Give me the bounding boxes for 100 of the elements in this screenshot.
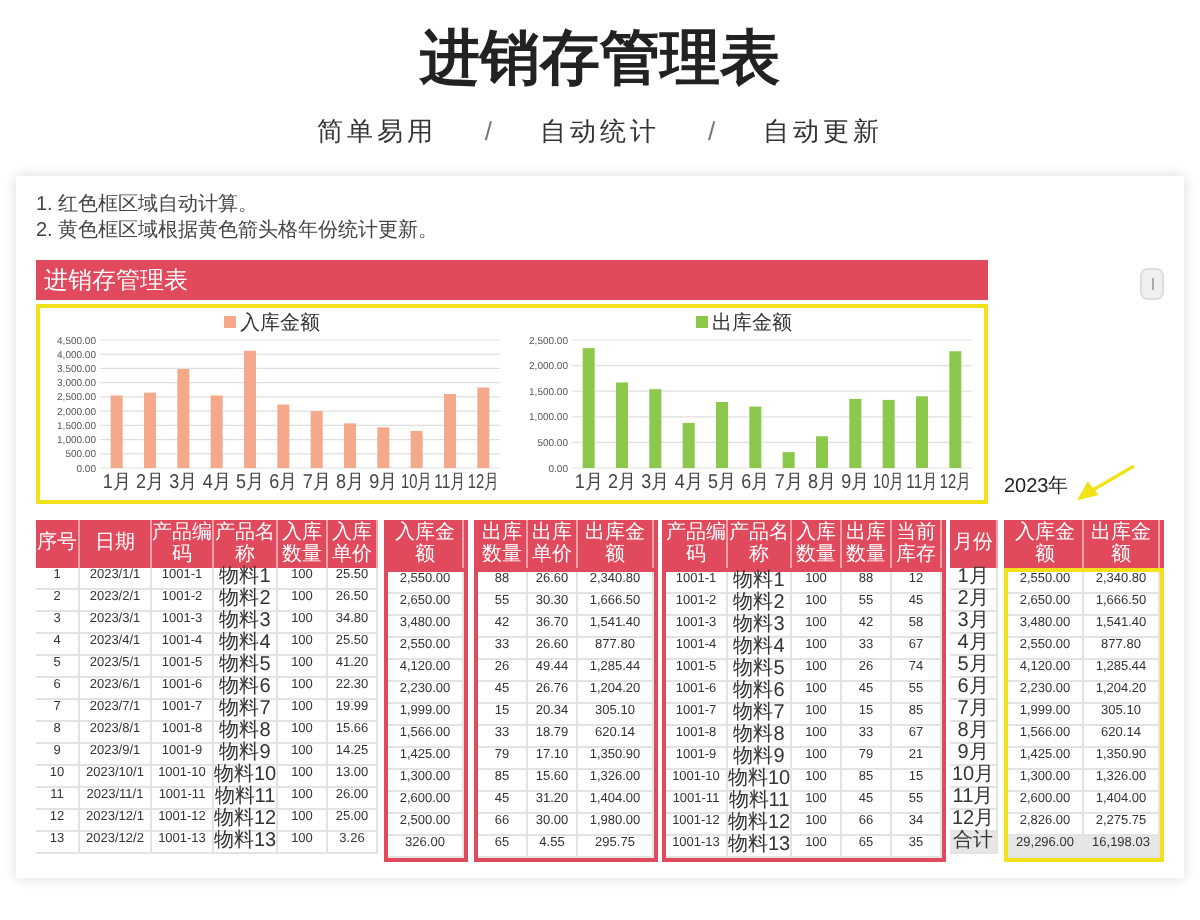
bar xyxy=(649,388,662,467)
column-header: 出库金额 xyxy=(578,519,654,567)
bar xyxy=(882,398,895,467)
column-header: 产品编码 xyxy=(152,519,214,567)
axis-label: 4月 xyxy=(202,471,234,493)
table-cell: 物料8 xyxy=(728,725,792,747)
axis-label: 7月 xyxy=(302,471,334,493)
axis-label: 9月 xyxy=(841,471,873,493)
bar xyxy=(277,403,290,467)
bar xyxy=(144,391,156,467)
side-handle[interactable] xyxy=(1140,267,1164,299)
axis-label: 8月 xyxy=(336,471,368,493)
axis-label: 2月 xyxy=(608,471,640,493)
bar xyxy=(310,410,323,467)
column-header: 月份 xyxy=(950,519,998,567)
column-header: 产品名称 xyxy=(728,519,792,567)
bar xyxy=(177,368,190,467)
axis-label: 3月 xyxy=(169,471,201,493)
table-cell: 物料4 xyxy=(728,637,792,659)
table-cell: 物料5 xyxy=(728,659,792,681)
axis-label: 9月 xyxy=(369,471,401,493)
column-header: 日期 xyxy=(80,519,152,567)
table-cell: 物料4 xyxy=(214,633,278,655)
bar xyxy=(682,421,695,467)
table-cell: 物料12 xyxy=(728,813,792,835)
bar xyxy=(377,426,390,467)
table-cell: 物料12 xyxy=(214,809,278,831)
table-cell: 7月 xyxy=(950,699,998,721)
table-cell: 3月 xyxy=(950,611,998,633)
bar xyxy=(344,422,356,467)
column-header: 出库单价 xyxy=(528,519,578,567)
table-cell: 物料13 xyxy=(728,835,792,857)
bar xyxy=(816,435,828,467)
table-cell: 物料11 xyxy=(214,787,278,809)
bar xyxy=(210,394,223,467)
column-header: 当前库存 xyxy=(892,519,942,567)
column-header: 入库数量 xyxy=(278,519,328,567)
column-header: 入库金额 xyxy=(1008,519,1084,567)
sheet-banner: 进销存管理表 xyxy=(36,259,988,299)
axis-label: 5月 xyxy=(236,471,268,493)
table-cell: 物料1 xyxy=(728,571,792,593)
table-cell: 物料9 xyxy=(214,743,278,765)
tagline: 自动统计 xyxy=(540,114,660,150)
axis-label: 5月 xyxy=(708,471,740,493)
table-cell: 物料1 xyxy=(214,567,278,589)
legend-label: 入库金额 xyxy=(240,312,320,334)
table-cell: 物料6 xyxy=(214,677,278,699)
legend-label: 出库金额 xyxy=(712,312,792,334)
pointer-arrow xyxy=(1076,463,1137,503)
note-text: 1. 红色框区域自动计算。 xyxy=(36,191,261,217)
separator: / xyxy=(708,114,716,150)
table-cell: 物料7 xyxy=(214,699,278,721)
table-cell: 物料7 xyxy=(728,703,792,725)
bar xyxy=(949,350,962,467)
axis-label: 1月 xyxy=(574,471,606,493)
column-header: 产品名称 xyxy=(214,519,278,567)
table-cell: 9月 xyxy=(950,743,998,765)
year-label: 2023年 xyxy=(1004,473,1069,501)
table-cell: 物料5 xyxy=(214,655,278,677)
axis-label: 12月 xyxy=(467,471,510,493)
bar xyxy=(749,405,762,467)
table-cell: 5月 xyxy=(950,655,998,677)
bar xyxy=(916,395,928,467)
tagline: 简单易用 xyxy=(316,114,437,150)
table-cell: 6月 xyxy=(950,677,998,699)
column-header: 入库单价 xyxy=(328,519,378,567)
axis-label: 2月 xyxy=(136,471,168,493)
table-cell: 物料13 xyxy=(214,831,278,853)
bar xyxy=(477,386,490,467)
table-cell: 物料11 xyxy=(728,791,792,813)
table-cell: 物料10 xyxy=(728,769,792,791)
axis-label: 4月 xyxy=(674,471,706,493)
table-cell: 物料3 xyxy=(728,615,792,637)
table-cell: 8月 xyxy=(950,721,998,743)
table-cell: 10月 xyxy=(950,765,998,787)
table-cell: 11月 xyxy=(950,787,998,809)
table-cell: 物料6 xyxy=(728,681,792,703)
bar xyxy=(244,349,256,467)
axis-label: 1月 xyxy=(102,471,134,493)
bar xyxy=(582,347,595,467)
bar xyxy=(616,381,628,467)
bar xyxy=(410,430,423,467)
tagline: 自动更新 xyxy=(763,114,884,150)
table-cell: 合计 xyxy=(950,831,998,853)
column-header: 入库金额 xyxy=(388,519,464,567)
column-header: 出库金额 xyxy=(1084,519,1160,567)
page-title: 进销存管理表 xyxy=(420,24,780,96)
table-cell: 物料9 xyxy=(728,747,792,769)
column-header: 出库数量 xyxy=(842,519,892,567)
table-cell: 4月 xyxy=(950,633,998,655)
axis-label: 6月 xyxy=(269,471,301,493)
axis-label: 6月 xyxy=(741,471,773,493)
table-cell: 物料2 xyxy=(728,593,792,615)
table-cell: 物料2 xyxy=(214,589,278,611)
table-cell: 物料3 xyxy=(214,611,278,633)
column-header: 入库数量 xyxy=(792,519,842,567)
table-cell: 2月 xyxy=(950,589,998,611)
column-header: 出库数量 xyxy=(478,519,528,567)
note-text: 2. 黄色框区域根据黄色箭头格年份统计更新。 xyxy=(36,217,441,243)
column-header: 序号 xyxy=(36,519,80,567)
